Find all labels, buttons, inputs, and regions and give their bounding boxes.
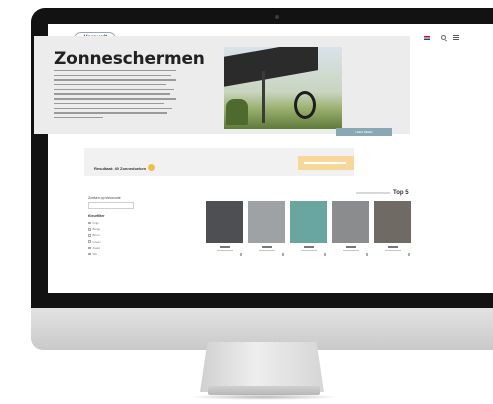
product-name-line — [219, 246, 230, 248]
top-label: Top 5 — [393, 190, 409, 196]
checkbox-icon[interactable] — [88, 246, 91, 250]
checkbox-icon[interactable] — [88, 221, 91, 225]
monitor-stand — [200, 342, 324, 392]
product-name-line — [345, 246, 356, 248]
sidebar-category-label: Kleurfilter — [88, 214, 105, 218]
product-sub-line — [300, 249, 317, 251]
flag-nl-icon[interactable] — [424, 36, 430, 40]
colorcode-search-input[interactable] — [88, 202, 134, 209]
product-card[interactable] — [206, 201, 243, 256]
compare-icon[interactable] — [281, 253, 284, 256]
sort-hint-line — [356, 192, 390, 194]
camera-icon — [275, 15, 279, 19]
filter-option-label: Bruin — [92, 233, 100, 238]
product-swatch[interactable] — [374, 201, 411, 243]
product-sub-line — [258, 249, 275, 251]
awning-pole — [262, 71, 265, 123]
stand-shadow — [186, 394, 342, 400]
checkbox-icon[interactable] — [88, 228, 91, 231]
awning-shape — [224, 47, 318, 88]
compare-icon[interactable] — [323, 253, 326, 256]
filter-list: Grijs Beige Bruin Groen Zwart Wit — [88, 220, 138, 257]
product-sub-line — [342, 249, 359, 251]
product-name-line — [387, 246, 398, 248]
checkbox-icon[interactable] — [88, 240, 91, 243]
product-swatch[interactable] — [206, 201, 243, 243]
menu-icon[interactable] — [453, 35, 459, 40]
checkbox-icon[interactable] — [88, 234, 91, 237]
compare-icon[interactable] — [239, 253, 242, 256]
results-label: Resultaat: 40 Zonnedoeken — [94, 166, 147, 171]
filter-option[interactable]: Wit — [88, 251, 138, 257]
hero-cta-button[interactable]: LEES MEER — [336, 128, 392, 136]
product-sub-line — [216, 249, 233, 251]
product-card[interactable] — [332, 201, 369, 256]
product-card[interactable] — [374, 201, 411, 256]
hero-description — [54, 70, 176, 130]
product-swatch[interactable] — [332, 201, 369, 243]
search-icon[interactable] — [441, 35, 446, 40]
product-swatch[interactable] — [248, 201, 285, 243]
filter-option-label: Zwart — [92, 245, 101, 250]
filter-option-label: Groen — [92, 239, 101, 244]
product-card[interactable] — [290, 201, 327, 256]
compare-icon[interactable] — [407, 253, 410, 256]
product-swatch[interactable] — [290, 201, 327, 243]
checkbox-icon[interactable] — [88, 252, 91, 256]
sidebar-search-label: Zoeken op kleurcode — [88, 196, 121, 200]
compare-icon[interactable] — [365, 253, 368, 256]
promo-text-line — [304, 162, 346, 164]
product-card[interactable] — [248, 201, 285, 256]
hero-title: Zonneschermen — [54, 49, 205, 69]
garden-chair — [294, 91, 316, 119]
hero-photo — [224, 47, 342, 129]
product-sub-line — [384, 249, 401, 251]
plant-pot — [226, 99, 248, 125]
filter-option-label: Wit — [92, 252, 97, 257]
filter-option-label: Beige — [92, 227, 101, 232]
product-name-line — [261, 246, 272, 248]
product-name-line — [303, 246, 314, 248]
info-badge-icon[interactable] — [148, 164, 155, 171]
filter-option-label: Grijs — [92, 221, 99, 226]
